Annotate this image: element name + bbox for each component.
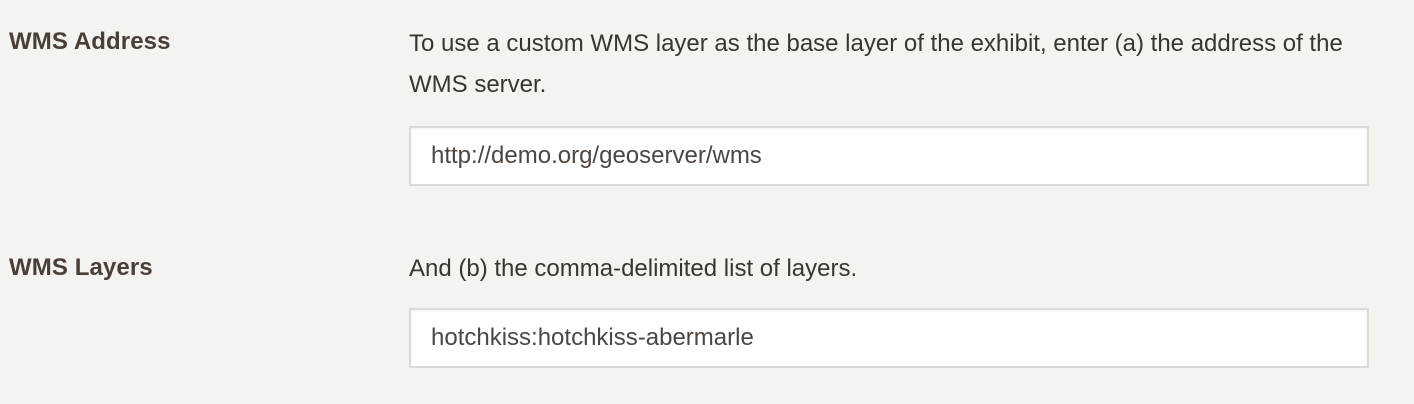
- wms-address-label: WMS Address: [9, 28, 171, 55]
- wms-layers-description: And (b) the comma-delimited list of laye…: [409, 255, 858, 282]
- wms-address-input[interactable]: [409, 126, 1369, 186]
- wms-address-description: To use a custom WMS layer as the base la…: [409, 30, 1343, 98]
- wms-layers-label: WMS Layers: [9, 254, 153, 281]
- wms-layers-input[interactable]: [409, 308, 1369, 368]
